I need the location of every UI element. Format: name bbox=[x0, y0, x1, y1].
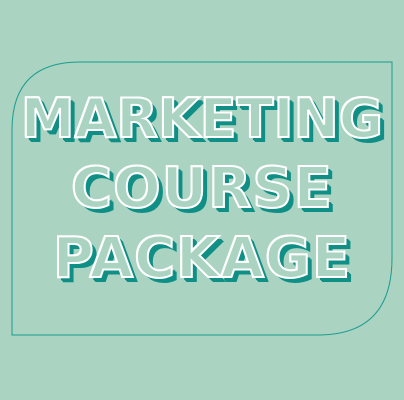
title-line-package: PACKAGE bbox=[52, 225, 352, 292]
title-line-course: COURSE bbox=[70, 155, 333, 222]
title-line-marketing: MARKETING bbox=[20, 86, 384, 151]
title-block: MARKETING COURSE PACKAGE bbox=[12, 84, 392, 294]
graphic-canvas: MARKETING COURSE PACKAGE bbox=[0, 0, 404, 400]
